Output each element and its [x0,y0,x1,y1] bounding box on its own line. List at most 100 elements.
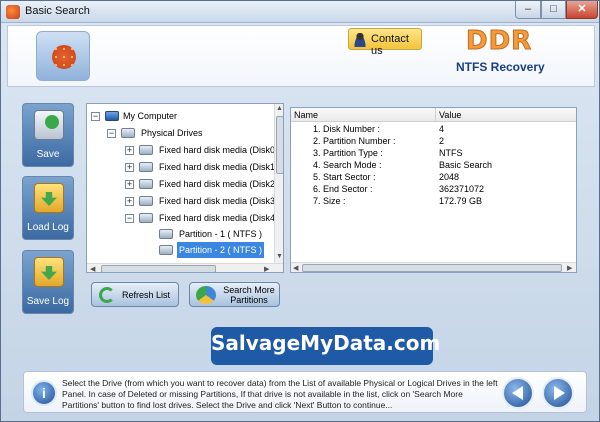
column-header-value[interactable]: Value [436,108,576,122]
detail-value: 2048 [439,172,460,182]
tree-item-physical-drives[interactable]: − Physical Drives [87,125,272,141]
scroll-left-icon[interactable]: ◀ [293,264,298,272]
detail-value: 4 [439,124,445,134]
tree-item-label: Physical Drives [141,128,203,138]
drive-tree[interactable]: − My Computer − Physical Drives + Fixed … [86,103,284,273]
collapse-icon[interactable]: − [107,129,116,138]
contact-us-button[interactable]: Contact us [348,28,422,57]
refresh-list-label: Refresh List [122,290,171,300]
scroll-thumb[interactable] [276,116,283,174]
partition-icon [159,229,173,239]
logo-icon [52,45,76,69]
detail-name: 4. Search Mode : [313,160,382,170]
scroll-thumb[interactable] [101,265,216,272]
app-icon [6,5,20,19]
refresh-list-button[interactable]: Refresh List [91,282,179,307]
load-log-button[interactable]: Load Log [22,176,74,240]
close-button[interactable]: ✕ [566,1,598,19]
tree-item-label: Fixed hard disk media (Disk1 - 93 [159,162,284,172]
load-log-label: Load Log [27,222,69,233]
details-horizontal-scrollbar[interactable]: ◀ ▶ [291,262,576,272]
partition-icon [159,245,173,255]
detail-value: Basic Search [439,160,493,170]
tree-item-label: Partition - 1 ( NTFS ) [179,229,263,239]
save-icon [34,110,64,140]
maximize-button[interactable]: □ [541,1,566,19]
contact-us-label: Contact us [371,33,409,57]
expand-icon[interactable]: + [125,146,134,155]
save-label: Save [36,149,60,160]
column-header-name[interactable]: Name [291,108,436,122]
tree-item-partition[interactable]: Partition - 1 ( NTFS ) [87,226,272,242]
save-log-button[interactable]: Save Log [22,250,74,314]
scroll-right-icon[interactable]: ▶ [567,264,572,272]
tree-item-label: Fixed hard disk media (Disk0 - 1.8 [159,145,284,155]
person-icon [353,32,367,47]
tree-item-label: Partition - 2 ( NTFS ) [177,242,265,258]
tree-item-disk[interactable]: + Fixed hard disk media (Disk1 - 93 [87,159,283,175]
search-more-partitions-button[interactable]: Search More Partitions [189,282,280,307]
hard-disk-icon [139,162,153,172]
app-logo [36,31,90,81]
save-log-label: Save Log [26,296,70,307]
website-banner: SalvageMyData.com [211,327,441,365]
help-text: Select the Drive (from which you want to… [62,378,498,410]
tree-item-label: Fixed hard disk media (Disk4 - 465 [159,213,283,223]
save-log-icon [34,257,64,287]
help-info-bar: i Select the Drive (from which you want … [23,371,587,413]
back-button[interactable] [502,377,534,409]
scroll-left-icon[interactable]: ◀ [90,265,95,272]
refresh-icon [99,287,115,303]
expand-icon[interactable]: + [125,180,134,189]
arrow-right-icon [554,386,565,400]
hard-disk-icon [139,196,153,206]
tree-item-disk[interactable]: + Fixed hard disk media (Disk3 - 93 [87,193,283,209]
brand-logo-text: DDR [465,26,533,57]
tree-item-disk[interactable]: + Fixed hard disk media (Disk2 - 2.7 [87,176,283,192]
save-button[interactable]: Save [22,103,74,167]
computer-icon [105,111,119,121]
arrow-left-icon [512,386,523,400]
next-button[interactable] [542,377,574,409]
scroll-up-icon[interactable]: ▲ [276,105,283,112]
tree-item-disk[interactable]: − Fixed hard disk media (Disk4 - 465 [87,210,283,226]
detail-value: 172.79 GB [439,196,483,206]
detail-name: 5. Start Sector : [313,172,376,182]
tree-vertical-scrollbar[interactable]: ▲ ▼ [274,104,283,263]
website-banner-text: SalvageMyData.com [211,331,441,355]
tree-item-label: My Computer [123,111,178,121]
tree-horizontal-scrollbar[interactable]: ◀ ▶ [87,263,283,272]
app-window: Basic Search – □ ✕ Contact us DDR NTFS R… [0,0,600,422]
tree-item-disk[interactable]: + Fixed hard disk media (Disk0 - 1.8 [87,142,283,158]
product-subtitle: NTFS Recovery [456,60,545,74]
expand-icon[interactable]: + [125,163,134,172]
detail-value: 2 [439,136,445,146]
title-bar: Basic Search – □ ✕ [1,1,599,23]
detail-name: 3. Partition Type : [313,148,383,158]
collapse-icon[interactable]: − [125,214,134,223]
detail-value: 362371072 [439,184,485,194]
detail-value: NTFS [439,148,463,158]
hard-disk-icon [139,179,153,189]
tree-item-partition-selected[interactable]: Partition - 2 ( NTFS ) [87,242,272,258]
tree-item-my-computer[interactable]: − My Computer [87,108,272,124]
header-banner: Contact us DDR NTFS Recovery [7,25,595,87]
drive-icon [121,128,135,138]
expand-icon[interactable]: + [125,197,134,206]
collapse-icon[interactable]: − [91,112,100,121]
info-icon: i [31,380,57,406]
hard-disk-icon [139,145,153,155]
hard-disk-icon [139,213,153,223]
tree-item-label: Fixed hard disk media (Disk2 - 2.7 [159,179,284,189]
detail-name: 1. Disk Number : [313,124,381,134]
minimize-button[interactable]: – [515,1,541,19]
detail-name: 2. Partition Number : [313,136,396,146]
partition-details-table: Name Value 1. Disk Number : 4 2. Partiti… [290,107,577,273]
window-title: Basic Search [25,5,90,17]
load-log-icon [34,183,64,213]
scroll-down-icon[interactable]: ▼ [276,253,283,260]
scroll-thumb[interactable] [302,264,562,272]
detail-name: 6. End Sector : [313,184,373,194]
search-more-partitions-label: Search More Partitions [223,285,275,305]
scroll-right-icon[interactable]: ▶ [264,265,269,272]
